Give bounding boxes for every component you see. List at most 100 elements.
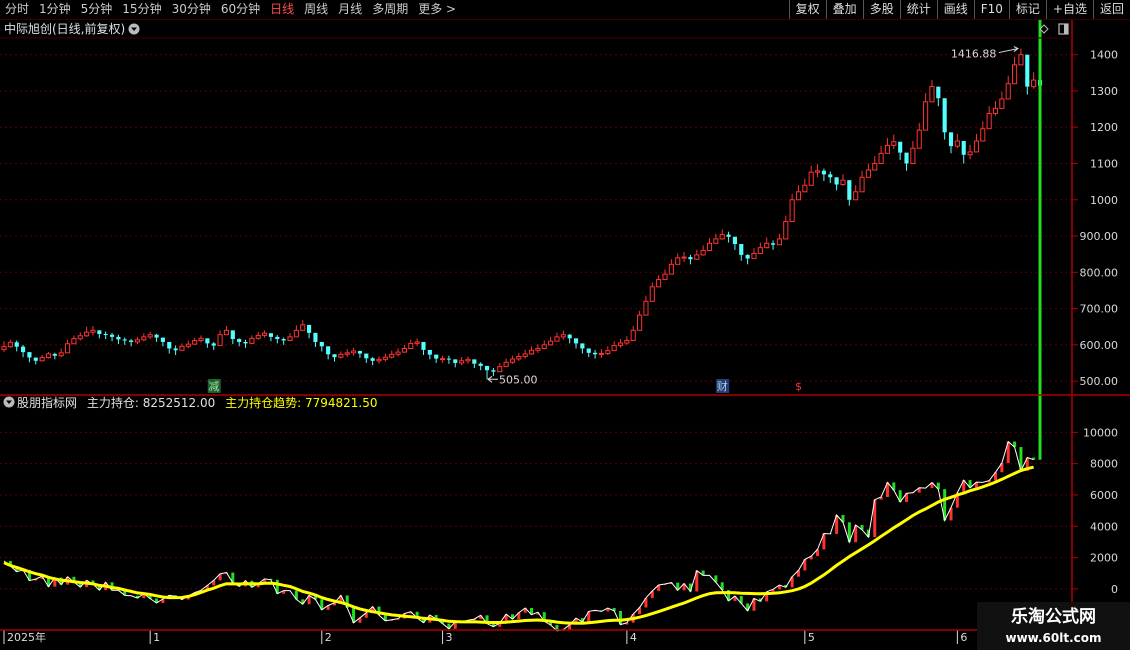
candle-body xyxy=(192,339,198,345)
price-tick-label: 500.00 xyxy=(1080,375,1119,388)
event-marker[interactable]: 减 xyxy=(207,379,221,393)
candle-body xyxy=(77,335,83,340)
candle-body xyxy=(776,238,782,246)
watermark-title: 乐淘公式网 xyxy=(1011,607,1096,627)
candle-body xyxy=(795,191,802,201)
candle-body xyxy=(668,263,674,275)
candle-body xyxy=(300,324,306,331)
chart-area: 减财 $ 500.00600.00700.00800.00900.00100011… xyxy=(0,20,1130,650)
action-button-7[interactable]: +自选 xyxy=(1045,0,1093,19)
candle-body xyxy=(808,171,814,186)
candle-body xyxy=(910,147,916,165)
candle-body xyxy=(167,341,172,349)
candle-body xyxy=(980,128,986,142)
candle-body xyxy=(217,334,223,347)
candle-body xyxy=(923,101,929,131)
candle-body xyxy=(865,169,871,178)
candle-body xyxy=(39,357,45,362)
candle-body xyxy=(84,331,90,337)
candle-body xyxy=(382,356,388,360)
candle-body xyxy=(211,343,216,346)
event-marker[interactable]: $ xyxy=(795,380,802,393)
candle-body xyxy=(97,330,102,334)
candle-body xyxy=(706,242,713,252)
candle-body xyxy=(688,257,693,260)
period-tab-10[interactable]: 更多 > xyxy=(413,0,461,19)
candle-body xyxy=(484,365,490,371)
watermark-url: www.60lt.com xyxy=(1005,631,1102,645)
indicator-tick-label: 10000 xyxy=(1083,426,1118,439)
candle-body xyxy=(802,184,808,193)
period-tab-8[interactable]: 月线 xyxy=(333,0,367,19)
candle-body xyxy=(624,339,630,344)
period-tab-4[interactable]: 30分钟 xyxy=(167,0,216,19)
candle-body xyxy=(942,98,947,133)
price-tick-label: 600.00 xyxy=(1080,339,1119,352)
candle-body xyxy=(364,353,369,359)
candle-body xyxy=(109,334,115,337)
candle-body xyxy=(401,347,407,353)
indicator-dropdown-icon[interactable] xyxy=(3,396,15,408)
price-tick-label: 800.00 xyxy=(1080,266,1119,279)
candle-body xyxy=(147,334,153,338)
action-button-6[interactable]: 标记 xyxy=(1008,0,1046,19)
action-button-4[interactable]: 画线 xyxy=(936,0,974,19)
candle-body xyxy=(675,257,681,265)
period-tab-3[interactable]: 15分钟 xyxy=(117,0,166,19)
period-tab-1[interactable]: 1分钟 xyxy=(34,0,76,19)
candle-body xyxy=(643,300,649,316)
title-dropdown-icon[interactable] xyxy=(128,23,140,35)
candle-body xyxy=(783,221,789,240)
period-tab-6[interactable]: 日线 xyxy=(265,0,299,19)
low-price-label: 505.00 xyxy=(499,373,538,386)
period-tab-7[interactable]: 周线 xyxy=(299,0,333,19)
action-button-8[interactable]: 返回 xyxy=(1092,0,1130,19)
period-tab-0[interactable]: 分时 xyxy=(0,0,34,19)
candle-body xyxy=(243,341,248,344)
candle-body xyxy=(948,132,954,147)
price-tick-label: 1200 xyxy=(1090,121,1118,134)
period-tab-9[interactable]: 多周期 xyxy=(367,0,413,19)
candle-body xyxy=(954,140,960,147)
candle-body xyxy=(160,337,165,342)
action-button-2[interactable]: 多股 xyxy=(862,0,900,19)
price-tick-label: 900.00 xyxy=(1080,230,1119,243)
price-tick-label: 1000 xyxy=(1090,194,1118,207)
candle-body xyxy=(249,337,255,344)
candle-body xyxy=(739,244,744,255)
candle-body xyxy=(465,358,471,362)
candle-body xyxy=(223,329,230,336)
candle-body xyxy=(872,163,878,171)
action-button-0[interactable]: 复权 xyxy=(788,0,826,19)
action-button-5[interactable]: F10 xyxy=(973,0,1009,19)
action-button-3[interactable]: 统计 xyxy=(899,0,937,19)
candle-body xyxy=(446,358,451,360)
candle-body xyxy=(27,352,32,358)
date-tick-label: 3 xyxy=(446,631,453,644)
indicator-tick-label: 6000 xyxy=(1090,489,1118,502)
line2-name: 主力持仓趋势 xyxy=(225,395,297,410)
candle-body xyxy=(528,349,535,355)
candle-body xyxy=(275,336,280,340)
period-tab-5[interactable]: 60分钟 xyxy=(216,0,265,19)
candle-body xyxy=(395,351,401,355)
candle-body xyxy=(694,254,700,260)
candle-body xyxy=(898,141,903,153)
candle-body xyxy=(351,350,357,354)
action-button-1[interactable]: 叠加 xyxy=(825,0,863,19)
candle-body xyxy=(237,339,242,342)
candle-body xyxy=(548,340,554,346)
candle-body xyxy=(605,350,611,355)
candle-body xyxy=(916,129,922,149)
price-tick-label: 1100 xyxy=(1090,158,1118,171)
candle-body xyxy=(814,170,821,173)
period-tab-2[interactable]: 5分钟 xyxy=(76,0,118,19)
candle-body xyxy=(491,370,496,372)
candle-body xyxy=(503,361,509,368)
line2-value: 7794821.50 xyxy=(305,396,378,410)
candle-body xyxy=(1031,79,1037,88)
event-marker[interactable]: 财 xyxy=(716,379,730,393)
candle-body xyxy=(408,342,414,349)
candle-body xyxy=(33,357,38,361)
candle-body xyxy=(522,353,528,357)
